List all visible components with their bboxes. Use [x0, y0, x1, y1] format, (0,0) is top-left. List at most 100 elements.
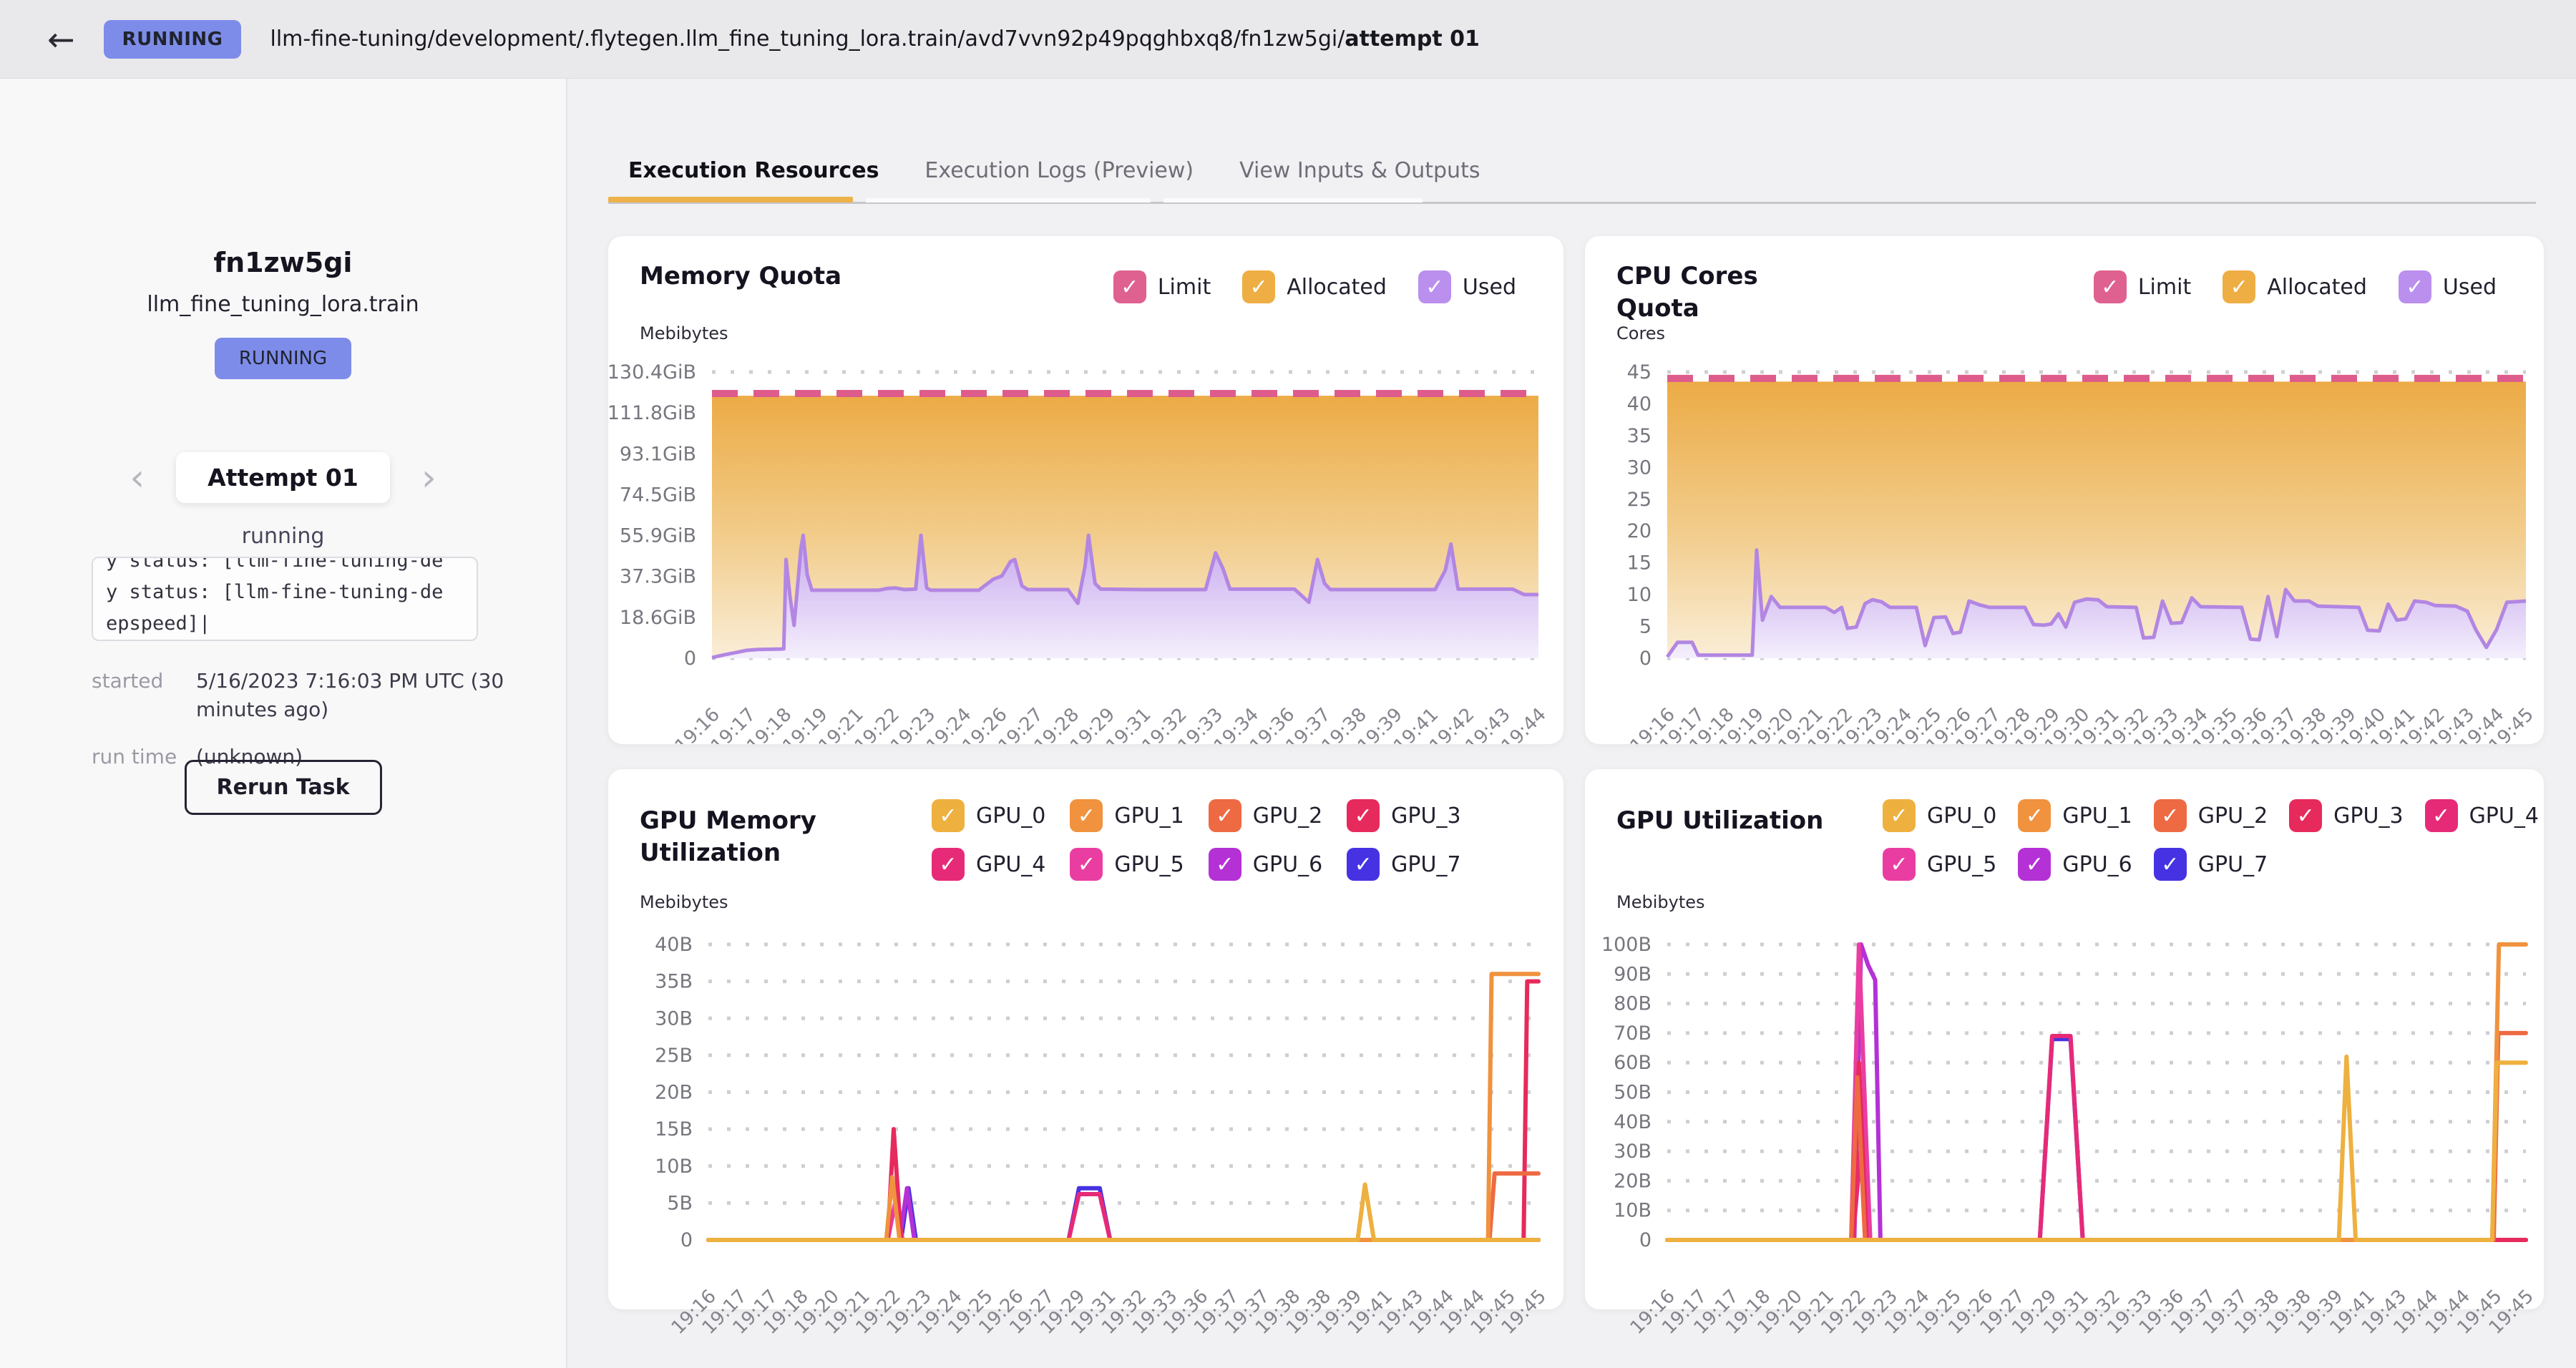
legend-item-gpu_2[interactable]: ✓GPU_2: [2154, 799, 2268, 832]
attempt-navigation: ‹ Attempt 01 ›: [0, 452, 566, 503]
legend-item-used[interactable]: ✓Used: [1418, 270, 1516, 303]
checkbox-checked-icon[interactable]: ✓: [1242, 270, 1275, 303]
legend-label: GPU_3: [2333, 803, 2403, 829]
active-tab-indicator: [608, 197, 853, 202]
checkbox-checked-icon[interactable]: ✓: [1209, 848, 1241, 881]
y-tick-label: 0: [680, 1229, 693, 1251]
y-tick-label: 80B: [1614, 993, 1652, 1015]
checkbox-checked-icon[interactable]: ✓: [1209, 799, 1241, 832]
chart-unit-label: Cores: [1616, 323, 1665, 343]
tab-execution-resources[interactable]: Execution Resources: [628, 158, 879, 183]
series-line-gpu_6: [708, 1188, 1538, 1240]
checkbox-checked-icon[interactable]: ✓: [2018, 848, 2051, 881]
chart-title: Memory Quota: [640, 260, 869, 293]
legend-item-gpu_6[interactable]: ✓GPU_6: [1209, 848, 1322, 881]
checkbox-checked-icon[interactable]: ✓: [2223, 270, 2255, 303]
log-line-2: epspeed]|: [106, 612, 210, 635]
series-line-gpu_4: [708, 1194, 1538, 1240]
y-tick-label: 40B: [1614, 1111, 1652, 1133]
legend-item-gpu_2[interactable]: ✓GPU_2: [1209, 799, 1322, 832]
y-tick-label: 30B: [655, 1007, 693, 1030]
checkbox-checked-icon[interactable]: ✓: [1418, 270, 1451, 303]
y-tick-label: 90B: [1614, 963, 1652, 985]
checkbox-checked-icon[interactable]: ✓: [1883, 848, 1916, 881]
prev-attempt-icon[interactable]: ‹: [130, 459, 145, 497]
legend-item-gpu_7[interactable]: ✓ GPU_7: [2154, 848, 2268, 881]
y-tick-label: 10: [1627, 584, 1652, 606]
y-tick-label: 50B: [1614, 1082, 1652, 1104]
legend-item-gpu_6[interactable]: ✓ GPU_6: [2018, 848, 2132, 881]
legend-item-gpu_5[interactable]: ✓ GPU_5: [1070, 848, 1184, 881]
checkbox-checked-icon[interactable]: ✓: [1070, 848, 1103, 881]
y-tick-label: 40B: [655, 934, 693, 956]
legend-item-gpu_5[interactable]: ✓GPU_5: [1883, 848, 1996, 881]
legend-item-gpu_1[interactable]: ✓ GPU_1: [2018, 799, 2132, 832]
legend-item-gpu_3[interactable]: ✓GPU_3: [1347, 799, 1460, 832]
attempt-label[interactable]: Attempt 01: [176, 452, 390, 503]
checkbox-checked-icon[interactable]: ✓: [2094, 270, 2127, 303]
back-arrow-icon[interactable]: ←: [47, 23, 75, 56]
legend-item-gpu_4[interactable]: ✓GPU_4: [932, 848, 1045, 881]
chart-title: GPU Utilization: [1616, 805, 1845, 837]
sidebar-status-badge: RUNNING: [215, 338, 351, 379]
next-attempt-icon[interactable]: ›: [421, 459, 436, 497]
rerun-task-button[interactable]: Rerun Task: [184, 760, 381, 815]
legend-label: GPU_1: [1114, 803, 1184, 829]
legend-item-limit[interactable]: ✓Limit: [2094, 270, 2191, 303]
checkbox-checked-icon[interactable]: ✓: [2425, 799, 2458, 832]
chart-legend: ✓GPU_0✓GPU_1✓GPU_2✓GPU_3✓GPU_4✓GPU_5✓GPU…: [1883, 799, 2576, 881]
checkbox-checked-icon[interactable]: ✓: [2154, 799, 2187, 832]
legend-label: GPU_5: [1114, 852, 1184, 877]
series-line-gpu_1: [708, 974, 1538, 1240]
chart-legend: ✓ Limit ✓Allocated ✓Used: [1113, 270, 1516, 303]
legend-label: GPU_6: [2062, 852, 2132, 877]
legend-item-allocated[interactable]: ✓Allocated: [2223, 270, 2367, 303]
log-status-box[interactable]: y status: [llm-fine-tuning-de y status: …: [92, 557, 478, 641]
chart-title: GPU Memory Utilization: [640, 805, 869, 869]
breadcrumb-attempt: attempt 01: [1345, 26, 1480, 52]
legend-label: GPU_7: [2198, 852, 2268, 877]
legend-item-limit[interactable]: ✓ Limit: [1113, 270, 1211, 303]
legend-item-allocated[interactable]: ✓Allocated: [1242, 270, 1387, 303]
checkbox-checked-icon[interactable]: ✓: [1113, 270, 1146, 303]
legend-label: GPU_1: [2062, 803, 2132, 829]
tab-execution-logs[interactable]: Execution Logs (Preview): [924, 158, 1194, 183]
legend-item-gpu_0[interactable]: ✓GPU_0: [1883, 799, 1996, 832]
y-tick-label: 10B: [1614, 1200, 1652, 1222]
legend-item-gpu_3[interactable]: ✓ GPU_3: [2289, 799, 2403, 832]
y-tick-label: 5B: [667, 1192, 693, 1214]
y-tick-label: 18.6GiB: [620, 607, 696, 629]
checkbox-checked-icon[interactable]: ✓: [1347, 848, 1380, 881]
y-tick-label: 10B: [655, 1156, 693, 1178]
y-tick-label: 0: [1639, 648, 1652, 670]
y-tick-label: 55.9GiB: [620, 525, 696, 547]
tab-bar: Execution Resources Execution Logs (Prev…: [608, 142, 1480, 199]
log-clipped-line: y status: [llm-fine-tuning-de: [106, 557, 443, 572]
checkbox-checked-icon[interactable]: ✓: [932, 799, 965, 832]
tab-view-inputs-outputs[interactable]: View Inputs & Outputs: [1239, 158, 1480, 183]
legend-item-gpu_0[interactable]: ✓GPU_0: [932, 799, 1045, 832]
legend-item-gpu_1[interactable]: ✓ GPU_1: [1070, 799, 1184, 832]
legend-label: Limit: [1158, 275, 1211, 300]
y-tick-label: 45: [1627, 361, 1652, 383]
y-tick-label: 35: [1627, 425, 1652, 447]
checkbox-checked-icon[interactable]: ✓: [1347, 799, 1380, 832]
legend-item-gpu_7[interactable]: ✓GPU_7: [1347, 848, 1460, 881]
y-tick-label: 130.4GiB: [608, 361, 696, 383]
checkbox-checked-icon[interactable]: ✓: [1070, 799, 1103, 832]
checkbox-checked-icon[interactable]: ✓: [1883, 799, 1916, 832]
task-name: llm_fine_tuning_lora.train: [0, 292, 566, 317]
checkbox-checked-icon[interactable]: ✓: [932, 848, 965, 881]
checkbox-checked-icon[interactable]: ✓: [2399, 270, 2431, 303]
cpu-cores-quota-chart: 45403530252015105019:1619:1719:1819:1919…: [1585, 343, 2544, 744]
checkbox-checked-icon[interactable]: ✓: [2018, 799, 2051, 832]
memory-quota-chart: 130.4GiB111.8GiB93.1GiB74.5GiB55.9GiB37.…: [608, 343, 1563, 744]
checkbox-checked-icon[interactable]: ✓: [2289, 799, 2322, 832]
started-row: started 5/16/2023 7:16:03 PM UTC (30 min…: [92, 667, 507, 724]
legend-item-gpu_4[interactable]: ✓GPU_4: [2425, 799, 2539, 832]
tab3-underline: [1163, 198, 1423, 202]
y-tick-label: 20B: [655, 1082, 693, 1104]
legend-item-used[interactable]: ✓Used: [2399, 270, 2497, 303]
breadcrumb: llm-fine-tuning/development/.flytegen.ll…: [270, 26, 1479, 52]
checkbox-checked-icon[interactable]: ✓: [2154, 848, 2187, 881]
